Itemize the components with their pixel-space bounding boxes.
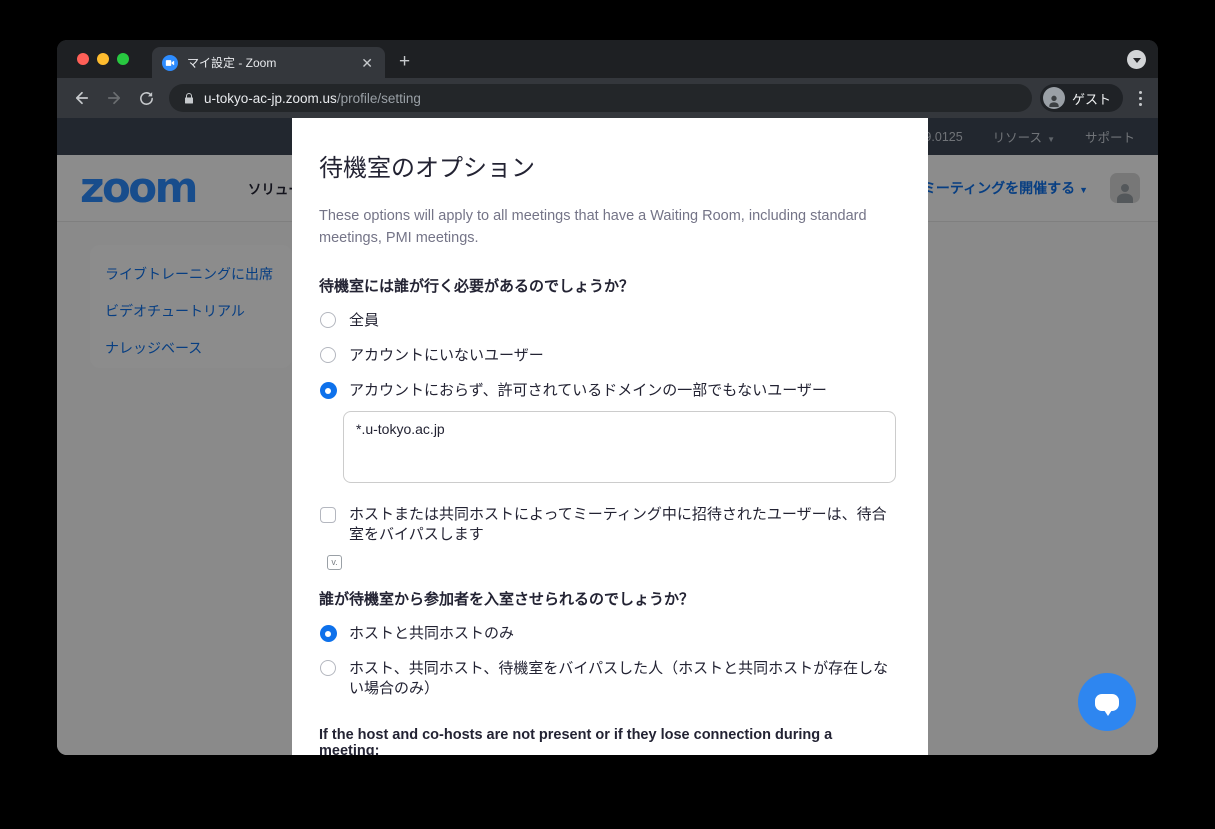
fullscreen-window-button[interactable] [117,53,129,65]
lock-icon [183,92,195,105]
page-viewport: 88.799.0125 リソース▼ サポート zoom ソリューション ミーティ… [57,118,1158,755]
chat-icon [1095,694,1119,711]
url-host: u-tokyo-ac-jp.zoom.us [204,91,337,106]
url-text: u-tokyo-ac-jp.zoom.us/profile/setting [204,91,421,106]
reload-button[interactable] [133,85,159,111]
question3-heading: If the host and co-hosts are not present… [319,727,896,755]
back-button[interactable] [69,85,95,111]
checkbox-bypass-waiting-room[interactable]: ホストまたは共同ホストによってミーティング中に招待されたユーザーは、待合室をバイ… [319,505,896,545]
new-tab-button[interactable]: + [399,51,410,73]
url-path: /profile/setting [337,91,421,106]
minimize-window-button[interactable] [97,53,109,65]
dialog-description: These options will apply to all meetings… [319,205,881,249]
browser-tab[interactable]: マイ設定 - Zoom ✕ [152,47,385,78]
question1-heading: 待機室には誰が行く必要があるのでしょうか？ [319,275,896,296]
radio-selected-icon[interactable] [320,382,337,399]
radio-option-host-cohosts-only[interactable]: ホストと共同ホストのみ [319,624,896,644]
question2-heading: 誰が待機室から参加者を入室させられるのでしょうか？ [319,588,896,609]
dialog-title: 待機室のオプション [319,148,896,183]
window-controls [77,53,129,65]
radio-icon[interactable] [320,312,336,328]
radio-icon[interactable] [320,347,336,363]
close-window-button[interactable] [77,53,89,65]
tab-strip: マイ設定 - Zoom ✕ + [57,40,1158,78]
browser-toolbar: u-tokyo-ac-jp.zoom.us/profile/setting ゲス… [57,78,1158,118]
profile-avatar-icon [1043,87,1065,109]
broken-image-badge: v. [327,555,342,570]
chat-support-button[interactable] [1078,673,1136,731]
allowed-domains-input[interactable]: *.u-tokyo.ac.jp [343,411,896,483]
forward-button[interactable] [101,85,127,111]
radio-option-users-not-in-allowed-domains[interactable]: アカウントにおらず、許可されているドメインの一部でもないユーザー [319,381,896,401]
browser-window: マイ設定 - Zoom ✕ + u-tokyo-ac-jp.zoom.us/pr… [57,40,1158,755]
close-tab-icon[interactable]: ✕ [357,54,377,72]
address-bar[interactable]: u-tokyo-ac-jp.zoom.us/profile/setting [169,84,1032,112]
browser-menu-button[interactable] [1133,87,1148,110]
radio-option-everyone[interactable]: 全員 [319,311,896,331]
radio-option-users-not-in-account[interactable]: アカウントにいないユーザー [319,346,896,366]
chevron-down-icon [1133,58,1141,63]
guest-label: ゲスト [1072,89,1111,108]
tab-title: マイ設定 - Zoom [187,54,357,71]
radio-icon[interactable] [320,660,336,676]
tab-search-button[interactable] [1127,50,1146,69]
radio-option-host-cohosts-bypassers[interactable]: ホスト、共同ホスト、待機室をバイパスした人（ホストと共同ホストが存在しない場合の… [319,659,896,699]
checkbox-icon[interactable] [320,507,336,523]
waiting-room-options-dialog: 待機室のオプション These options will apply to al… [292,118,928,755]
zoom-favicon-icon [162,55,178,71]
profile-button[interactable]: ゲスト [1040,84,1123,112]
radio-selected-icon[interactable] [320,625,337,642]
